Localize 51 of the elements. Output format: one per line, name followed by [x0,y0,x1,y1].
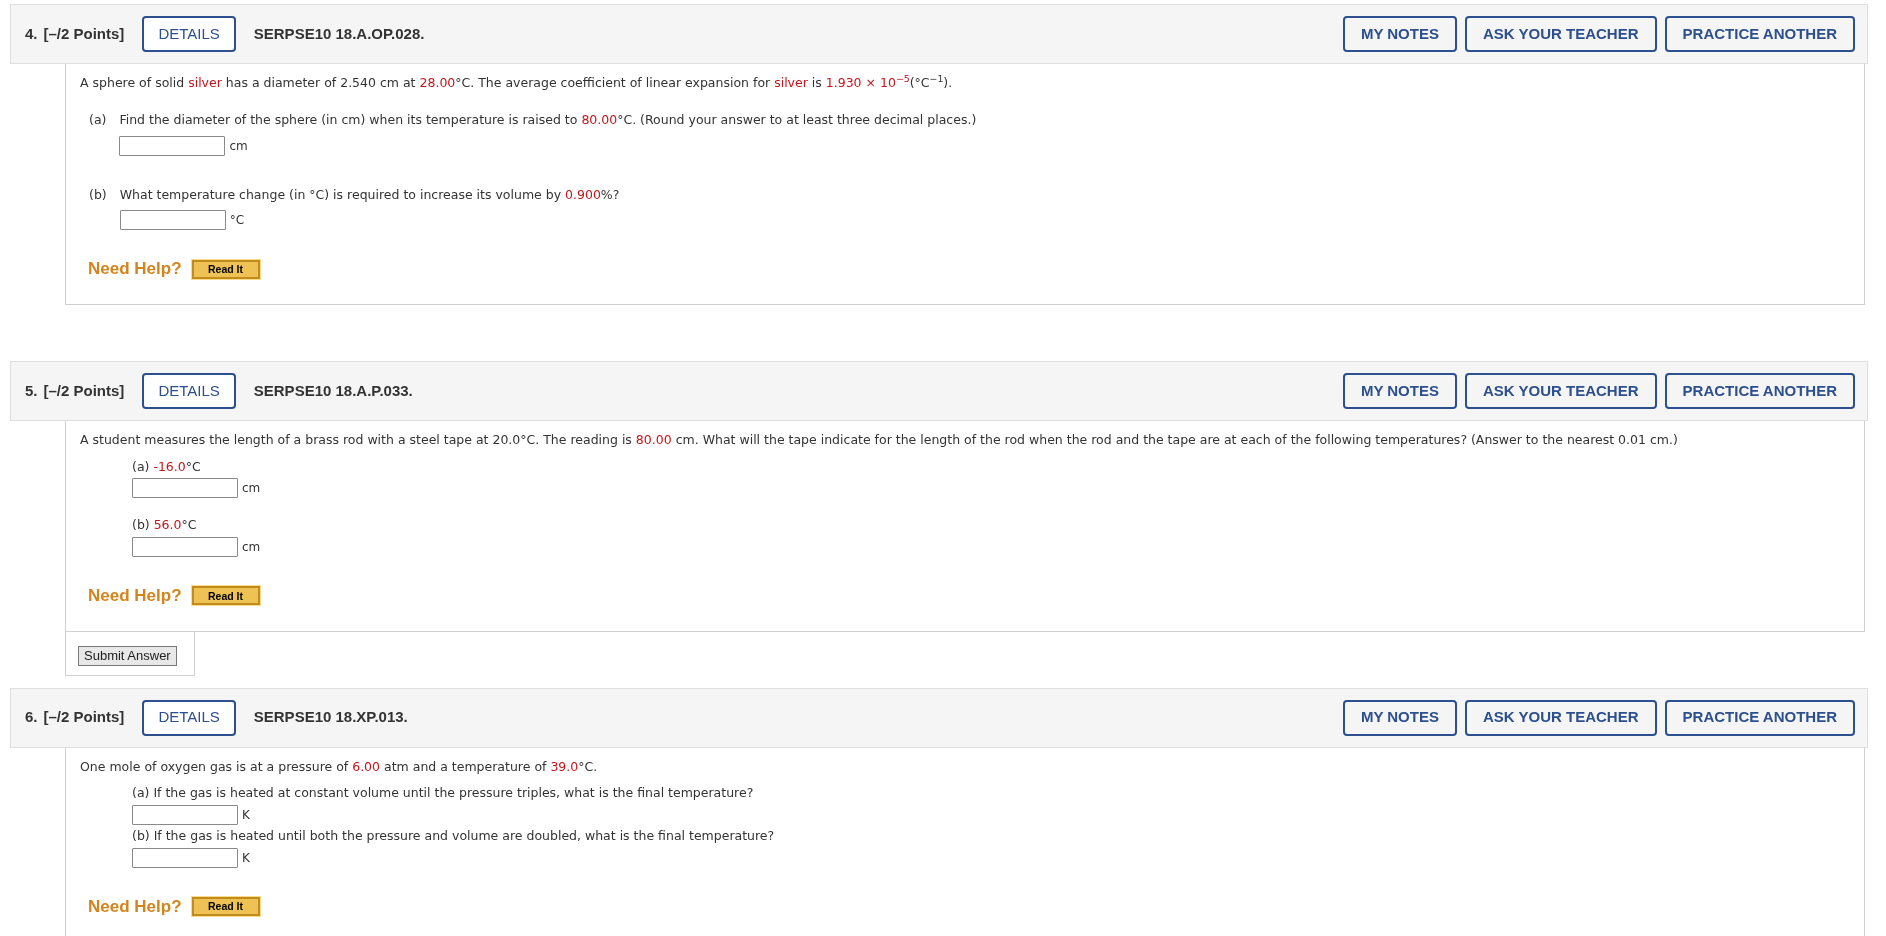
unit-label: °C [229,212,245,230]
action-button[interactable]: PRACTICE ANOTHER [1664,699,1855,736]
question-prompt: (b) If the gas is heated until both the pressure and volume are doubled, what is the final temperature? [132,827,776,845]
unit-label: cm [229,137,248,155]
question-prompt: (a) If the gas is heated at constant volume until the pressure triples, what is the final temperature? [132,784,755,803]
details-button[interactable]: DETAILS [142,16,236,52]
unit-label: cm [242,539,261,556]
points-label: [–/2 Points] [43,707,125,728]
question-prompt: (a) -16.0°C [132,457,202,476]
problem-code: SERPSE10 18.A.P.033. [253,380,413,401]
answer-field[interactable] [119,210,226,231]
details-button[interactable]: DETAILS [142,699,236,736]
submit-answer-button[interactable]: Submit Answer [78,645,177,666]
question-prompt: (b) 56.0°C [132,516,198,535]
question-text: A student measures the length of a brass rod with a steel tape at 20.0°C. The reading is 80.00 cm. What will the tape indicate for the length of the rod when the rod and the tape are at each of the following temperatures? (Answer to the nearest 0.01 cm.) [80,431,1678,447]
question-text: One mole of oxygen gas is at a pressure of 6.00 atm and a temperature of 39.0°C. [80,758,598,774]
answer-field[interactable] [132,805,238,825]
question-prompt: What temperature change (in °C) is required to increase its volume by 0.900%? [119,185,620,204]
answer-field[interactable] [132,537,238,557]
action-button[interactable]: MY NOTES [1342,16,1457,52]
points-label: [–/2 Points] [43,23,125,44]
answer-field[interactable] [119,135,226,156]
answer-field[interactable] [132,478,238,499]
action-button[interactable]: PRACTICE ANOTHER [1664,372,1855,409]
unit-label: K [242,849,250,867]
part-label: (a) [89,110,107,129]
problem-code: SERPSE10 18.XP.013. [253,707,408,728]
question-number: 6. [25,707,38,728]
action-button[interactable]: PRACTICE ANOTHER [1664,16,1855,52]
action-button[interactable]: MY NOTES [1342,699,1457,736]
action-button[interactable]: ASK YOUR TEACHER [1464,372,1657,409]
read-it-button[interactable]: Read It [191,259,260,279]
answer-field[interactable] [132,847,238,868]
question-number: 4. [25,23,38,44]
points-label: [–/2 Points] [43,380,125,401]
need-help-label: Need Help? [88,258,182,281]
action-button[interactable]: ASK YOUR TEACHER [1464,16,1657,52]
need-help-label: Need Help? [88,895,182,918]
unit-label: K [242,807,250,824]
need-help-label: Need Help? [88,585,182,607]
problem-code: SERPSE10 18.A.OP.028. [253,23,425,44]
part-label: (b) [89,185,107,204]
question-text: A sphere of solid silver has a diameter of 2.540 cm at 28.00°C. The average coefficient of linear expansion for silver is 1.930 × 10$^{−5}$(°C$^{−1}$). [80,75,953,90]
details-button[interactable]: DETAILS [142,372,236,409]
question-number: 5. [25,380,38,401]
action-button[interactable]: ASK YOUR TEACHER [1464,699,1657,736]
unit-label: cm [242,480,261,498]
read-it-button[interactable]: Read It [191,586,260,606]
read-it-button[interactable]: Read It [191,897,260,916]
action-button[interactable]: MY NOTES [1342,372,1457,409]
question-prompt: Find the diameter of the sphere (in cm) when its temperature is raised to 80.00°C. (Round your answer to at least three decimal places.) [119,110,977,129]
